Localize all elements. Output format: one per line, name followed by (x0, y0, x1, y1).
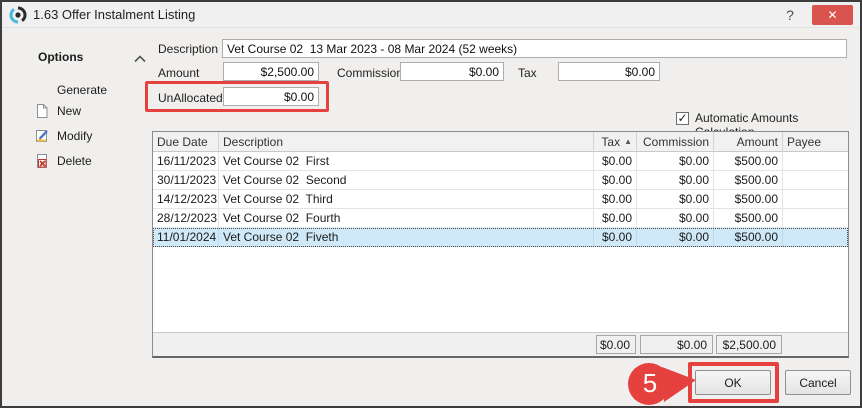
cell-commission: $0.00 (637, 209, 714, 228)
table-row[interactable]: 11/01/2024Vet Course 02 Fiveth$0.00$0.00… (153, 228, 848, 247)
unallocated-field[interactable]: $0.00 (223, 87, 319, 106)
column-header-label: Tax (601, 135, 620, 149)
unallocated-label: UnAllocated (158, 90, 223, 106)
tax-field[interactable]: $0.00 (558, 62, 660, 81)
cancel-button[interactable]: Cancel (785, 370, 851, 395)
delete-x-icon (34, 153, 51, 169)
close-button[interactable]: ✕ (812, 5, 853, 25)
table-row[interactable]: 16/11/2023Vet Course 02 First$0.00$0.00$… (153, 152, 848, 171)
window-title: 1.63 Offer Instalment Listing (33, 7, 195, 22)
cell-commission: $0.00 (637, 190, 714, 209)
cell-amount: $500.00 (714, 209, 783, 228)
dialog-body: Options Generate New (2, 28, 860, 406)
close-icon: ✕ (827, 8, 837, 22)
checkmark-icon: ✓ (677, 111, 687, 125)
dialog-window: 1.63 Offer Instalment Listing ? ✕ Option… (0, 0, 862, 408)
cell-due-date: 14/12/2023 (153, 190, 219, 209)
column-header-label: Due Date (157, 135, 208, 149)
amount-total: $2,500.00 (716, 335, 782, 354)
commission-field[interactable]: $0.00 (400, 62, 504, 81)
instalment-table: Due Date Description Tax ▲ Commission Am… (152, 131, 849, 358)
amount-label: Amount (158, 65, 199, 81)
cell-commission: $0.00 (637, 152, 714, 171)
column-header-label: Description (223, 135, 283, 149)
cell-payee (783, 209, 848, 228)
ok-button[interactable]: OK (695, 370, 771, 395)
cell-amount: $500.00 (714, 171, 783, 190)
chevron-up-icon[interactable] (134, 55, 146, 63)
sidebar-item-label: New (57, 104, 81, 118)
tax-label: Tax (518, 65, 537, 81)
cell-description: Vet Course 02 Fourth (219, 209, 594, 228)
cell-payee (783, 171, 848, 190)
cell-commission: $0.00 (637, 171, 714, 190)
column-header-due-date[interactable]: Due Date (153, 132, 219, 151)
cell-due-date: 28/12/2023 (153, 209, 219, 228)
sidebar-item-label: Generate (57, 83, 107, 97)
column-header-tax[interactable]: Tax ▲ (594, 132, 637, 151)
cell-due-date: 11/01/2024 (153, 228, 219, 247)
sidebar-item-generate[interactable]: Generate (34, 81, 107, 99)
cell-tax: $0.00 (594, 228, 637, 247)
cell-description: Vet Course 02 Third (219, 190, 594, 209)
column-header-description[interactable]: Description (219, 132, 594, 151)
sort-ascending-icon: ▲ (624, 137, 632, 146)
app-logo-icon (9, 6, 27, 24)
cell-description: Vet Course 02 First (219, 152, 594, 171)
commission-label: Commission (337, 65, 403, 81)
step-pointer-icon (626, 360, 700, 408)
column-header-amount[interactable]: Amount (714, 132, 783, 151)
table-row[interactable]: 30/11/2023Vet Course 02 Second$0.00$0.00… (153, 171, 848, 190)
column-header-label: Payee (787, 135, 821, 149)
column-header-commission[interactable]: Commission (637, 132, 714, 151)
cell-due-date: 16/11/2023 (153, 152, 219, 171)
commission-total: $0.00 (640, 335, 713, 354)
title-bar: 1.63 Offer Instalment Listing ? ✕ (2, 2, 860, 28)
cell-tax: $0.00 (594, 190, 637, 209)
description-label: Description (158, 41, 218, 57)
sidebar-item-new[interactable]: New (34, 102, 81, 120)
cell-amount: $500.00 (714, 190, 783, 209)
cell-payee (783, 152, 848, 171)
table-header-row: Due Date Description Tax ▲ Commission Am… (153, 132, 848, 152)
new-document-icon (34, 103, 51, 119)
help-button[interactable]: ? (778, 5, 802, 25)
table-body: 16/11/2023Vet Course 02 First$0.00$0.00$… (153, 152, 848, 332)
cell-payee (783, 190, 848, 209)
column-header-payee[interactable]: Payee (783, 132, 848, 151)
auto-calc-checkbox[interactable]: ✓ (676, 112, 689, 125)
totals-row: $0.00 $0.00 $2,500.00 (153, 332, 848, 356)
options-panel-header[interactable]: Options (38, 50, 83, 64)
column-header-label: Commission (643, 135, 709, 149)
tax-total: $0.00 (596, 335, 636, 354)
table-row[interactable]: 14/12/2023Vet Course 02 Third$0.00$0.00$… (153, 190, 848, 209)
cell-tax: $0.00 (594, 171, 637, 190)
cell-tax: $0.00 (594, 152, 637, 171)
amount-field[interactable]: $2,500.00 (223, 62, 319, 81)
sidebar-item-label: Modify (57, 129, 92, 143)
column-header-label: Amount (737, 135, 778, 149)
cell-payee (783, 228, 848, 247)
step-number: 5 (636, 368, 664, 399)
cell-description: Vet Course 02 Second (219, 171, 594, 190)
sidebar-item-label: Delete (57, 154, 92, 168)
cell-description: Vet Course 02 Fiveth (219, 228, 594, 247)
modify-pencil-icon (34, 128, 51, 144)
description-field[interactable]: Vet Course 02 13 Mar 2023 - 08 Mar 2024 … (222, 39, 847, 58)
sidebar-item-modify[interactable]: Modify (34, 127, 92, 145)
cell-commission: $0.00 (637, 228, 714, 247)
cell-tax: $0.00 (594, 209, 637, 228)
blank-icon-slot (34, 82, 51, 98)
sidebar-item-delete[interactable]: Delete (34, 152, 92, 170)
table-row[interactable]: 28/12/2023Vet Course 02 Fourth$0.00$0.00… (153, 209, 848, 228)
cell-due-date: 30/11/2023 (153, 171, 219, 190)
cell-amount: $500.00 (714, 152, 783, 171)
cell-amount: $500.00 (714, 228, 783, 247)
